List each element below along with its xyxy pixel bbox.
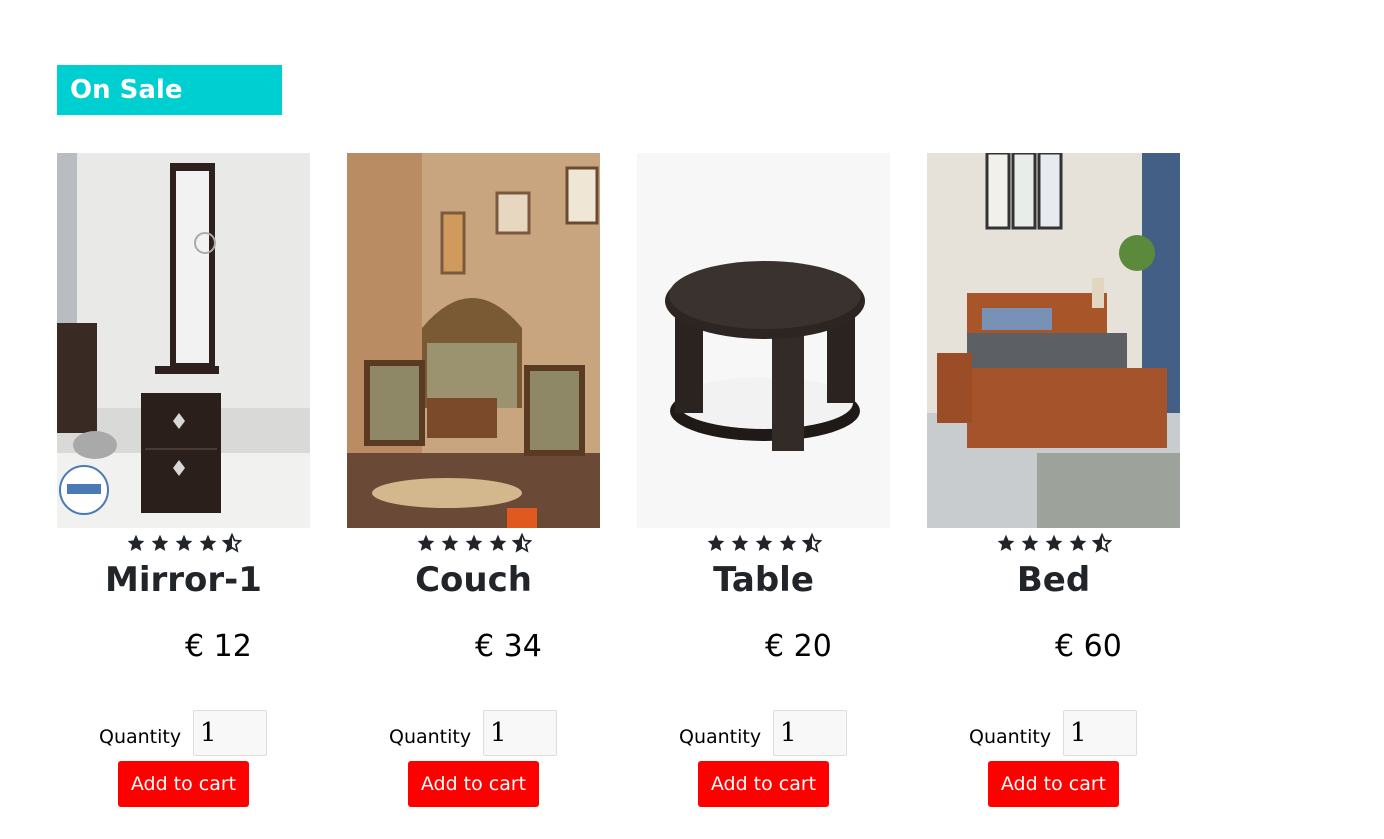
- product-name: Bed: [1016, 560, 1091, 600]
- star-icon: [416, 531, 436, 557]
- quantity-label: Quantity: [969, 726, 1052, 748]
- product-card-mirror: Mirror-1 € 12 Quantity Add to cart: [57, 153, 310, 833]
- star-icon: [464, 531, 484, 557]
- product-card-bed: Bed € 60 Quantity Add to cart: [927, 153, 1180, 833]
- add-to-cart-button[interactable]: Add to cart: [118, 761, 249, 807]
- rating-stars: [927, 531, 1180, 557]
- product-card-table: Table € 20 Quantity Add to cart: [637, 153, 890, 833]
- add-to-cart-button[interactable]: Add to cart: [988, 761, 1119, 807]
- star-icon: [488, 531, 508, 557]
- star-icon: [706, 531, 726, 557]
- product-name: Couch: [415, 560, 532, 600]
- star-icon: [1020, 531, 1040, 557]
- rating-stars: [637, 531, 890, 557]
- product-card-couch: Couch € 34 Quantity Add to cart: [347, 153, 600, 833]
- rating-stars: [57, 531, 310, 557]
- star-icon: [730, 531, 750, 557]
- star-half-icon: [801, 531, 822, 557]
- product-price: € 34: [475, 629, 542, 664]
- star-icon: [996, 531, 1016, 557]
- star-icon: [1044, 531, 1064, 557]
- star-icon: [198, 531, 218, 557]
- product-price: € 60: [1055, 629, 1122, 664]
- quantity-label: Quantity: [99, 726, 182, 748]
- star-icon: [150, 531, 170, 557]
- star-icon: [174, 531, 194, 557]
- product-image-couch[interactable]: [347, 153, 600, 528]
- star-icon: [126, 531, 146, 557]
- add-to-cart-button[interactable]: Add to cart: [408, 761, 539, 807]
- quantity-label: Quantity: [679, 726, 762, 748]
- star-icon: [1068, 531, 1088, 557]
- rating-stars: [347, 531, 600, 557]
- star-half-icon: [1091, 531, 1112, 557]
- add-to-cart-button[interactable]: Add to cart: [698, 761, 829, 807]
- star-icon: [754, 531, 774, 557]
- section-title-on-sale: On Sale: [57, 65, 282, 115]
- quantity-input[interactable]: [773, 710, 847, 756]
- quantity-input[interactable]: [483, 710, 557, 756]
- quantity-input[interactable]: [193, 710, 267, 756]
- star-icon: [440, 531, 460, 557]
- product-name: Mirror-1: [105, 560, 262, 600]
- product-image-table[interactable]: [637, 153, 890, 528]
- product-image-bed[interactable]: [927, 153, 1180, 528]
- quantity-input[interactable]: [1063, 710, 1137, 756]
- product-price: € 12: [185, 629, 252, 664]
- quantity-label: Quantity: [389, 726, 472, 748]
- product-price: € 20: [765, 629, 832, 664]
- product-name: Table: [713, 560, 814, 600]
- star-icon: [778, 531, 798, 557]
- star-half-icon: [221, 531, 242, 557]
- product-image-mirror[interactable]: [57, 153, 310, 528]
- star-half-icon: [511, 531, 532, 557]
